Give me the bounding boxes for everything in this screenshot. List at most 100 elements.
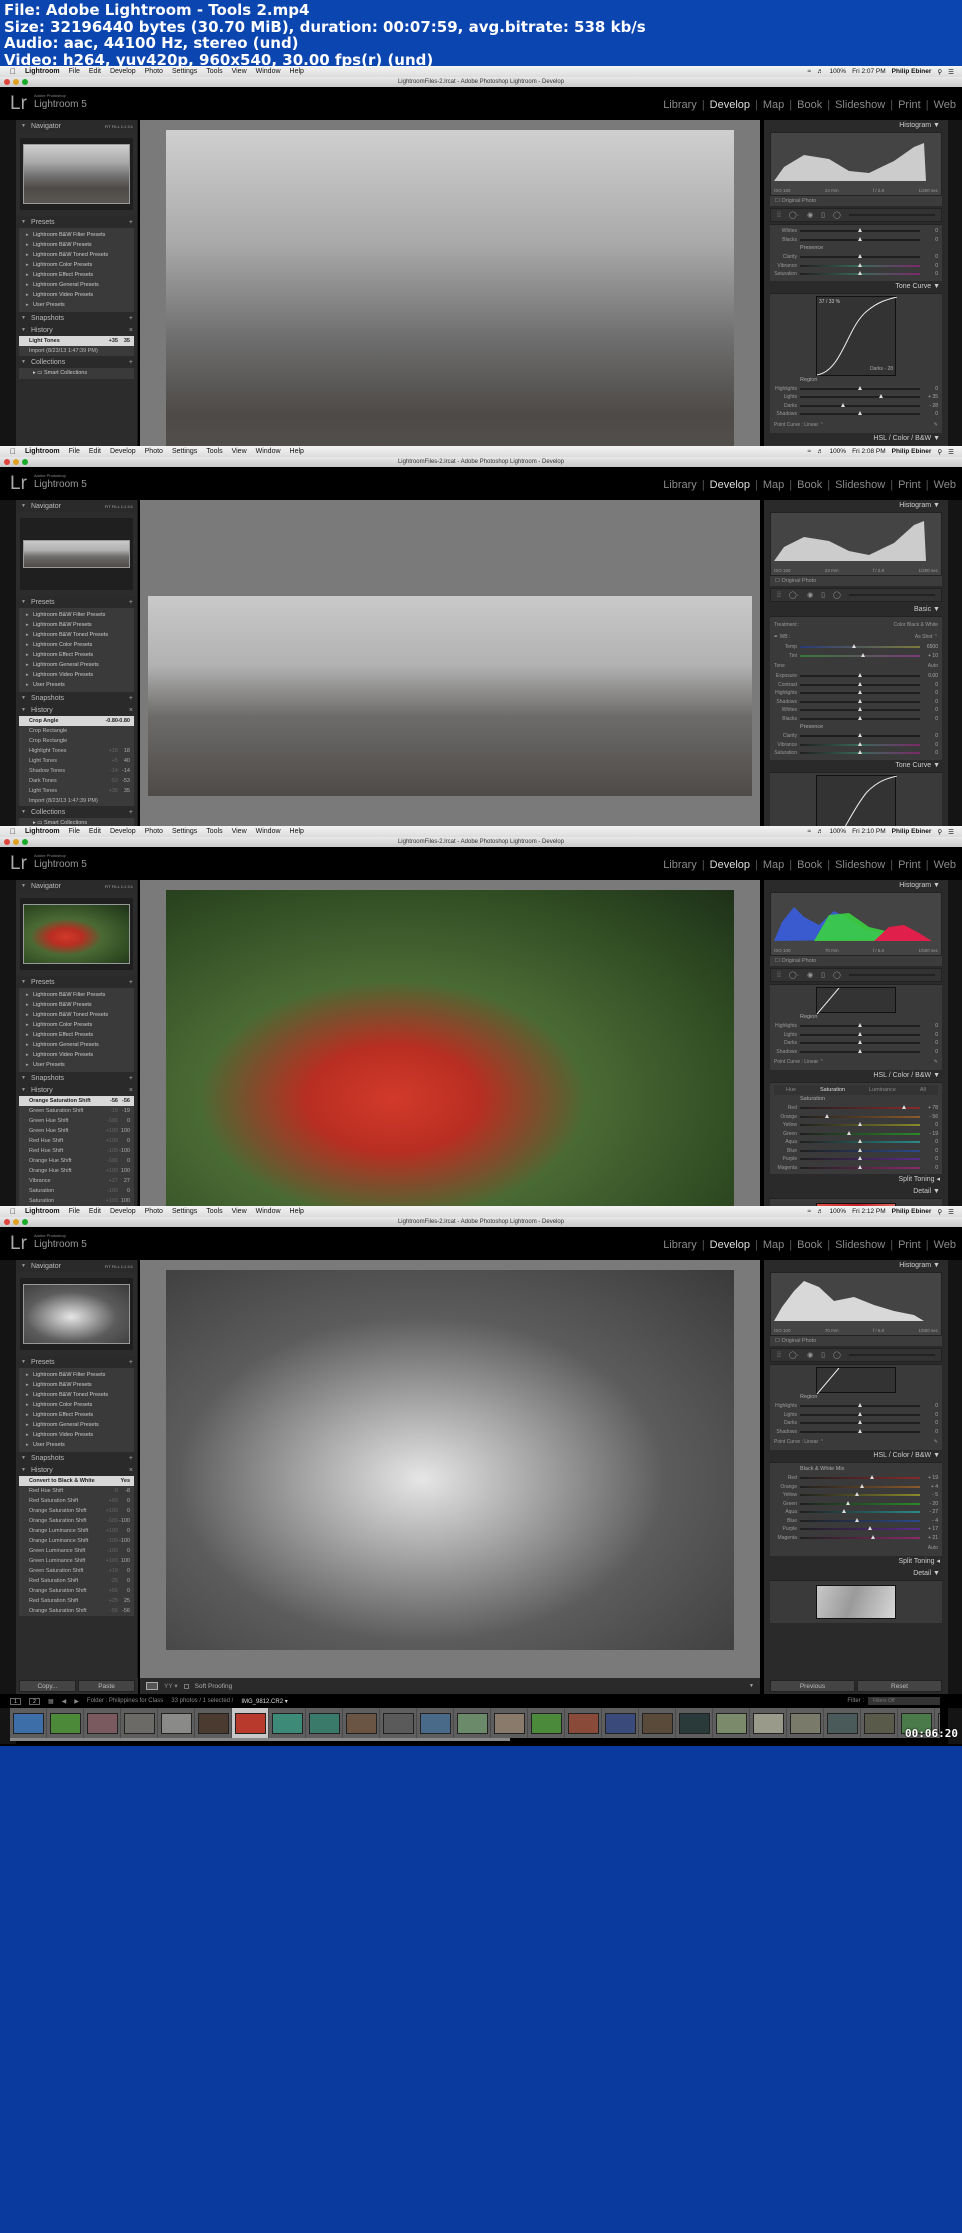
slider-knob[interactable] xyxy=(857,1139,862,1144)
slider-shadows[interactable]: Shadows 0 xyxy=(774,1048,938,1057)
slider-track[interactable] xyxy=(800,1105,920,1110)
history-step[interactable]: Orange Luminance Shift -100 -100 xyxy=(19,1536,134,1546)
module-map[interactable]: Map xyxy=(763,99,784,111)
slider-value[interactable]: + 35 xyxy=(920,394,938,400)
slider-lights[interactable]: Lights + 35 xyxy=(774,393,938,402)
slider-value[interactable]: + 4 xyxy=(920,1484,938,1490)
histogram-header[interactable]: Histogram ▼ xyxy=(764,120,948,132)
preset-folder[interactable]: Lightroom Effect Presets xyxy=(19,1410,134,1420)
slider-vibrance[interactable]: Vibrance 0 xyxy=(774,262,938,271)
volume-icon[interactable]: ♬ xyxy=(817,68,824,75)
menu-develop[interactable]: Develop xyxy=(110,828,136,835)
spot-removal-icon[interactable]: ◯· xyxy=(789,211,799,219)
monitor-2-button[interactable]: 2 xyxy=(29,1697,40,1705)
collapse-triangle-icon[interactable]: ▼ xyxy=(21,315,26,321)
module-slideshow[interactable]: Slideshow xyxy=(835,99,885,111)
menu-file[interactable]: File xyxy=(69,828,80,835)
history-step[interactable]: Red Saturation Shift +25 25 xyxy=(19,1596,134,1606)
add-snapshot-button[interactable]: + xyxy=(129,695,133,702)
paste-button[interactable]: Paste xyxy=(78,1680,135,1692)
close-window-button[interactable] xyxy=(4,1219,10,1225)
notification-list-icon[interactable]: ☰ xyxy=(948,1208,954,1216)
panel-header-snapshots[interactable]: ▼ Snapshots + xyxy=(16,692,137,704)
slider-highlights[interactable]: Highlights 0 xyxy=(774,1022,938,1031)
slider-track[interactable] xyxy=(800,1500,920,1505)
close-window-button[interactable] xyxy=(4,79,10,85)
split-toning-header[interactable]: Split Toning ◂ xyxy=(764,1174,948,1186)
module-slideshow[interactable]: Slideshow xyxy=(835,479,885,491)
slider-knob[interactable] xyxy=(857,262,862,267)
menu-settings[interactable]: Settings xyxy=(172,1208,197,1215)
slider-knob[interactable] xyxy=(869,1475,874,1480)
collapse-triangle-icon[interactable]: ▼ xyxy=(21,1263,26,1269)
preset-folder[interactable]: Lightroom B&W Filter Presets xyxy=(19,230,134,240)
main-photo[interactable] xyxy=(166,1270,734,1650)
hsl-header[interactable]: HSL / Color / B&W ▼ xyxy=(764,1450,948,1462)
panel-header-presets[interactable]: ▼ Presets + xyxy=(16,596,137,608)
close-window-button[interactable] xyxy=(4,839,10,845)
radial-filter-icon[interactable]: ◯ xyxy=(833,211,841,219)
history-step[interactable]: Crop Rectangle xyxy=(19,726,134,736)
soft-proofing-checkbox[interactable] xyxy=(183,1683,189,1689)
slider-track[interactable] xyxy=(800,228,920,233)
zoom-window-button[interactable] xyxy=(22,459,28,465)
slider-track[interactable] xyxy=(800,1403,920,1408)
adjustment-brush-slider[interactable] xyxy=(848,214,935,216)
navigator-zoom-options[interactable]: FIT FILL 1:1 3:1 xyxy=(105,124,133,129)
slider-value[interactable]: 0 xyxy=(920,1040,938,1046)
battery-status[interactable]: 100% xyxy=(829,1208,846,1215)
clock[interactable]: Fri 2:10 PM xyxy=(852,828,886,835)
slider-highlights[interactable]: Highlights 0 xyxy=(774,385,938,394)
preset-folder[interactable]: Lightroom Color Presets xyxy=(19,1400,134,1410)
slider-value[interactable]: - 5 xyxy=(920,1492,938,1498)
history-step[interactable]: Green Saturation Shift -19 -19 xyxy=(19,1106,134,1116)
filmstrip-thumbnail[interactable] xyxy=(195,1708,232,1738)
slider-highlights[interactable]: Highlights 0 xyxy=(774,1402,938,1411)
filmstrip-thumbnail[interactable] xyxy=(824,1708,861,1738)
history-step[interactable]: Orange Hue Shift +100 100 xyxy=(19,1166,134,1176)
slider-track[interactable] xyxy=(800,385,920,390)
navigator-zoom-options[interactable]: FIT FILL 1:1 3:1 xyxy=(105,884,133,889)
slider-knob[interactable] xyxy=(857,750,862,755)
user-name[interactable]: Philip Ebiner xyxy=(892,828,932,835)
red-eye-icon[interactable]: ◉ xyxy=(807,211,813,219)
red-eye-icon[interactable]: ◉ xyxy=(807,1351,813,1359)
module-book[interactable]: Book xyxy=(797,479,822,491)
slider-value[interactable]: 0 xyxy=(920,707,938,713)
slider-knob[interactable] xyxy=(857,236,862,241)
minimize-window-button[interactable] xyxy=(13,839,19,845)
menu-photo[interactable]: Photo xyxy=(145,448,163,455)
collapse-triangle-icon[interactable]: ▼ xyxy=(21,1359,26,1365)
hsl-header[interactable]: HSL / Color / B&W ▼ xyxy=(764,432,948,445)
hsl-header[interactable]: HSL / Color / B&W ▼ xyxy=(764,1070,948,1082)
tab-saturation[interactable]: Saturation xyxy=(820,1085,845,1095)
slider-knob[interactable] xyxy=(861,652,866,657)
monitor-1-button[interactable]: 1 xyxy=(10,1697,21,1705)
battery-status[interactable]: 100% xyxy=(829,828,846,835)
detail-header[interactable]: Detail ▼ xyxy=(764,1186,948,1198)
slider-track[interactable] xyxy=(800,1475,920,1480)
slider-value[interactable]: 0 xyxy=(920,1148,938,1154)
slider-blue[interactable]: Blue 0 xyxy=(774,1147,938,1156)
collapse-triangle-icon[interactable]: ▼ xyxy=(21,123,26,129)
preset-folder[interactable]: Lightroom B&W Presets xyxy=(19,1380,134,1390)
spotlight-search-icon[interactable]: ⚲ xyxy=(937,828,942,836)
history-step[interactable]: Crop Rectangle xyxy=(19,736,134,746)
preset-folder[interactable]: Lightroom Effect Presets xyxy=(19,650,134,660)
module-library[interactable]: Library xyxy=(663,859,697,871)
zoom-window-button[interactable] xyxy=(22,79,28,85)
slider-track[interactable] xyxy=(800,1113,920,1118)
menu-window[interactable]: Window xyxy=(256,448,281,455)
volume-icon[interactable]: ♬ xyxy=(817,828,824,835)
add-preset-button[interactable]: + xyxy=(129,599,133,606)
filmstrip-thumbnail[interactable] xyxy=(10,1708,47,1738)
menu-view[interactable]: View xyxy=(232,1208,247,1215)
slider-knob[interactable] xyxy=(857,1122,862,1127)
slider-saturation[interactable]: Saturation 0 xyxy=(774,270,938,279)
adjustment-brush-slider[interactable] xyxy=(848,974,935,976)
filmstrip-thumbnail[interactable] xyxy=(84,1708,121,1738)
slider-darks[interactable]: Darks 0 xyxy=(774,1419,938,1428)
slider-knob[interactable] xyxy=(857,733,862,738)
slider-shadows[interactable]: Shadows 0 xyxy=(774,410,938,419)
apple-icon[interactable]:  xyxy=(10,1207,16,1216)
